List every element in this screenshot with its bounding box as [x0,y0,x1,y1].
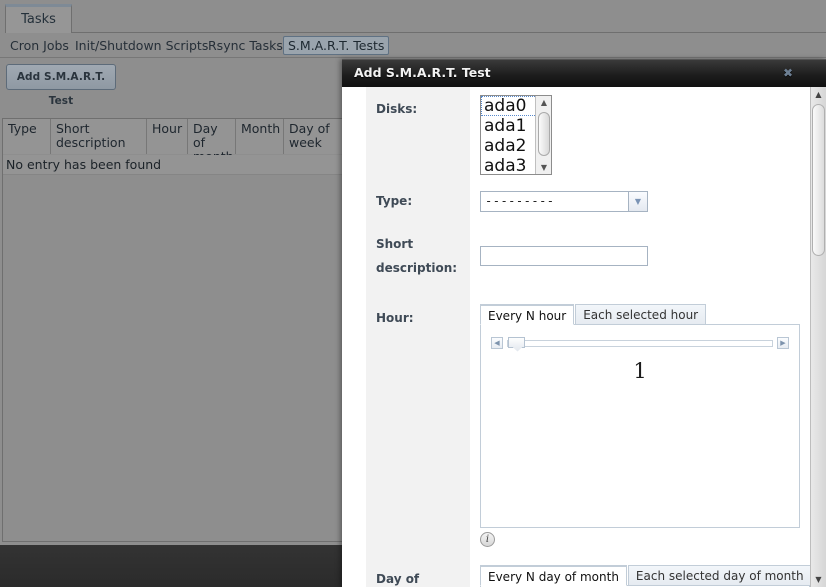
label-type: Type: [366,183,470,220]
sub-navigation: Cron Jobs Init/Shutdown Scripts Rsync Ta… [0,33,826,58]
form-row-type: Type: --------- ▼ [342,183,810,220]
field-day-of-month: Every N day of month Each selected day o… [470,555,810,587]
hour-tab-panel: ◀ ▶ 1 [480,324,800,528]
add-smart-test-dialog: Add S.M.A.R.T. Test ✖ Disks: ada0 ada1 a… [342,59,826,587]
slider-left-arrow-icon[interactable]: ◀ [491,337,503,349]
type-select[interactable]: --------- ▼ [480,191,648,212]
dialog-title-bar[interactable]: Add S.M.A.R.T. Test ✖ [342,59,826,87]
scroll-down-icon[interactable]: ▼ [536,161,551,174]
dialog-body: Disks: ada0 ada1 ada2 ada3 ▲ ▼ Type: ---… [342,87,810,587]
application-background: Tasks Cron Jobs Init/Shutdown Scripts Rs… [0,0,826,587]
form-row-disks: Disks: ada0 ada1 ada2 ada3 ▲ ▼ [342,87,810,183]
hour-tab-header: Every N hour Each selected hour [480,304,800,325]
day-of-month-tab-widget: Every N day of month Each selected day o… [480,565,810,587]
hour-slider[interactable]: ◀ ▶ [491,335,789,351]
grid-column-short-desc[interactable]: Short description [51,119,147,154]
dialog-scrollbar[interactable]: ▲ ▼ [810,87,826,587]
hour-tab-widget: Every N hour Each selected hour ◀ ▶ 1 i [480,304,800,547]
slider-thumb[interactable] [508,336,525,348]
close-icon[interactable]: ✖ [780,65,796,81]
label-hour: Hour: [366,292,470,555]
form-row-short-description: Short description: [342,220,810,292]
form-row-hour: Hour: Every N hour Each selected hour ◀ [342,292,810,555]
grid-column-type[interactable]: Type [3,119,51,154]
tab-tasks[interactable]: Tasks [5,4,72,33]
hour-slider-value: 1 [633,359,647,383]
dialog-title: Add S.M.A.R.T. Test [354,65,491,80]
info-icon[interactable]: i [480,532,495,547]
label-short-description-text: Short description: [376,237,458,275]
sidebar-item-init-shutdown[interactable]: Init/Shutdown Scripts [71,36,212,55]
field-hour: Every N hour Each selected hour ◀ ▶ 1 i [470,292,810,555]
slider-track[interactable] [507,336,773,348]
grid-column-month[interactable]: Month [236,119,284,154]
scroll-down-icon[interactable]: ▼ [811,572,826,587]
main-tab-strip: Tasks [0,0,826,33]
short-description-input[interactable] [480,246,648,266]
tab-every-n-hour[interactable]: Every N hour [480,304,575,325]
tab-each-selected-hour[interactable]: Each selected hour [575,304,707,325]
grid-column-day-of-month[interactable]: Day of month [188,119,236,164]
disks-scrollbar[interactable]: ▲ ▼ [535,96,551,174]
scrollbar-thumb[interactable] [812,104,825,256]
label-disks: Disks: [366,87,470,183]
field-short-description [470,220,810,292]
chevron-down-icon[interactable]: ▼ [628,191,648,212]
field-type: --------- ▼ [470,183,810,220]
sidebar-item-smart-tests[interactable]: S.M.A.R.T. Tests [283,36,390,55]
label-day-of-month: Day of month: [366,555,470,587]
form-row-day-of-month: Day of month: Every N day of month Each … [342,555,810,587]
scroll-up-icon[interactable]: ▲ [536,96,551,109]
day-of-month-tab-header: Every N day of month Each selected day o… [480,565,810,586]
field-disks: ada0 ada1 ada2 ada3 ▲ ▼ [470,87,810,183]
scroll-up-icon[interactable]: ▲ [811,87,826,102]
tab-every-n-day-of-month[interactable]: Every N day of month [480,565,627,586]
type-select-value[interactable]: --------- [480,191,628,212]
sidebar-item-cron-jobs[interactable]: Cron Jobs [6,36,73,55]
tab-each-selected-day-of-month[interactable]: Each selected day of month [627,565,810,586]
disks-listbox[interactable]: ada0 ada1 ada2 ada3 ▲ ▼ [480,95,552,175]
add-smart-test-button[interactable]: Add S.M.A.R.T. Test [6,64,116,107]
slider-right-arrow-icon[interactable]: ▶ [777,337,789,349]
grid-column-hour[interactable]: Hour [147,119,188,154]
label-short-description: Short description: [366,220,470,292]
sidebar-item-rsync-tasks[interactable]: Rsync Tasks [204,36,287,55]
scrollbar-thumb[interactable] [538,112,550,156]
